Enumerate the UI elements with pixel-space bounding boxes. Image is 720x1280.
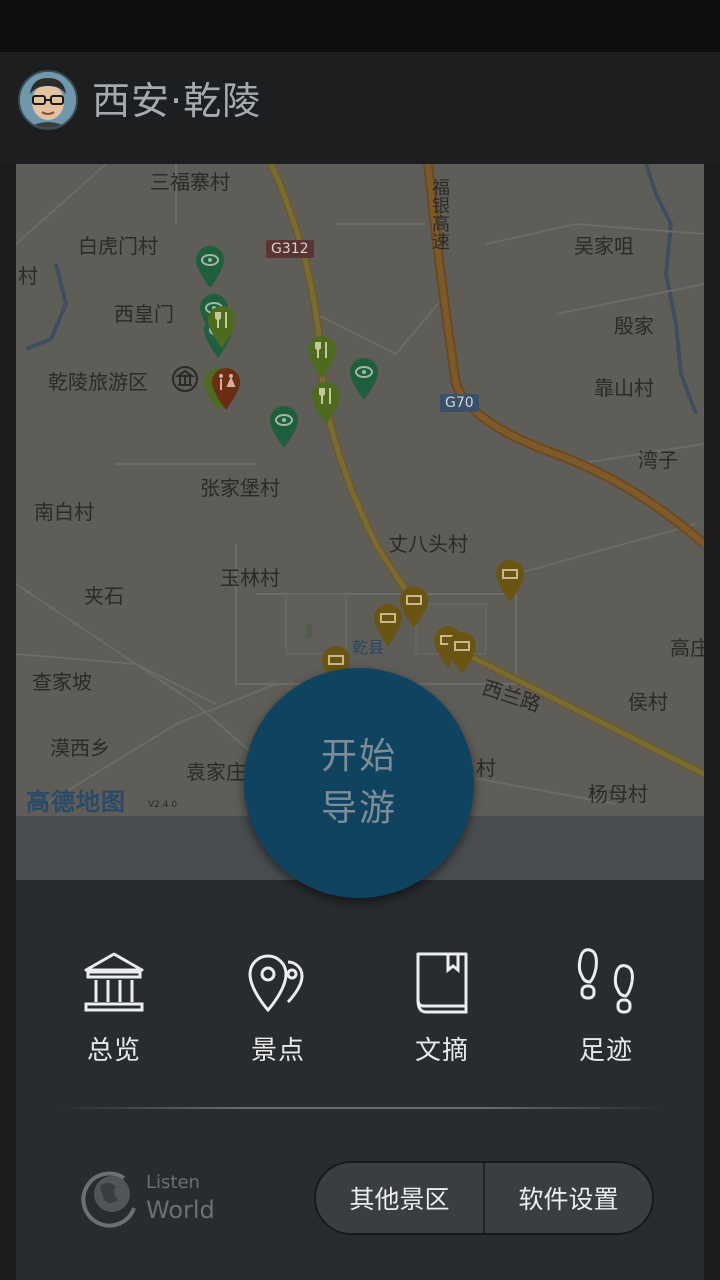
start-tour-line2: 导游 [320,788,397,829]
start-tour-line1: 开始 [320,736,397,777]
map-label: 湾子 [638,448,678,472]
avatar[interactable] [18,70,78,130]
globe-icon [81,1171,136,1228]
nav-digest[interactable]: 文摘 [382,940,502,1070]
map-label: 村 [18,264,38,288]
restaurant-pin-icon[interactable] [306,334,338,378]
map-label: 白虎门村 [78,234,158,258]
avatar-icon [20,72,76,128]
museum-poi-icon [172,366,198,392]
map-label: 夹石 [84,584,124,608]
other-areas-button[interactable]: 其他景区 [316,1163,483,1233]
divider [62,1107,662,1109]
map-label: 福银高速 [429,178,450,250]
location-pins-icon [248,954,304,1013]
map-label: 靠山村 [594,376,654,400]
restaurant-pin-icon[interactable] [310,380,342,424]
nav-footprints-label: 足迹 [578,1036,633,1066]
nav-overview-label: 总览 [86,1036,141,1066]
map-label: 南白村 [34,500,94,524]
map-label: 张家堡村 [200,476,280,500]
hotel-pin-icon[interactable] [494,558,526,602]
map-label: 村 [476,756,496,780]
nav-overview[interactable]: 总览 [54,940,174,1070]
page-title: 西安·乾陵 [92,79,262,123]
toilet-pin-icon[interactable] [210,366,242,410]
map-version: V2.4.0 [148,800,178,810]
road-tag-g70: G70 [440,394,479,412]
action-button-group: 其他景区 软件设置 [314,1161,654,1235]
museum-icon [84,952,144,1012]
map-label: 丈八头村 [388,532,468,556]
settings-button[interactable]: 软件设置 [485,1163,652,1233]
map-label: 乾陵旅游区 [48,370,148,394]
map-label: 殷家 [614,314,654,338]
nav-digest-label: 文摘 [414,1036,469,1066]
nav-attractions[interactable]: 景点 [218,940,338,1070]
nav-footprints[interactable]: 足迹 [546,940,666,1070]
map-label: 漠西乡 [50,736,110,760]
map-label: 玉林村 [220,566,280,590]
hotel-pin-icon[interactable] [372,602,404,646]
scenic-pin-icon[interactable] [348,356,380,400]
book-icon [416,952,468,1014]
hotel-pin-icon[interactable] [446,630,478,674]
footprints-icon [577,948,634,1014]
scenic-pin-icon[interactable] [194,244,226,288]
road-tag-g312: G312 [266,240,314,258]
map-label: 三福寨村 [150,170,230,194]
map-label: 查家坡 [32,670,92,694]
map-brand-logo: 高德地图 [26,788,126,816]
map-label: 袁家庄 [186,760,246,784]
nav-attractions-label: 景点 [250,1036,305,1066]
logo-line1: Listen [146,1172,200,1193]
map-label: 高庄 [670,636,704,660]
scenic-pin-icon[interactable] [268,404,300,448]
map-label: 西皇门 [114,302,174,326]
start-tour-button[interactable]: 开始 导游 [244,668,474,898]
map-label: 杨母村 [588,782,648,806]
logo-line2: World [146,1196,215,1224]
status-bar [0,0,720,52]
map-label: 吴家咀 [574,234,634,258]
map-label: 侯村 [628,690,668,714]
listen-world-logo: Listen World [78,1162,228,1232]
restaurant-pin-icon[interactable] [206,304,238,348]
